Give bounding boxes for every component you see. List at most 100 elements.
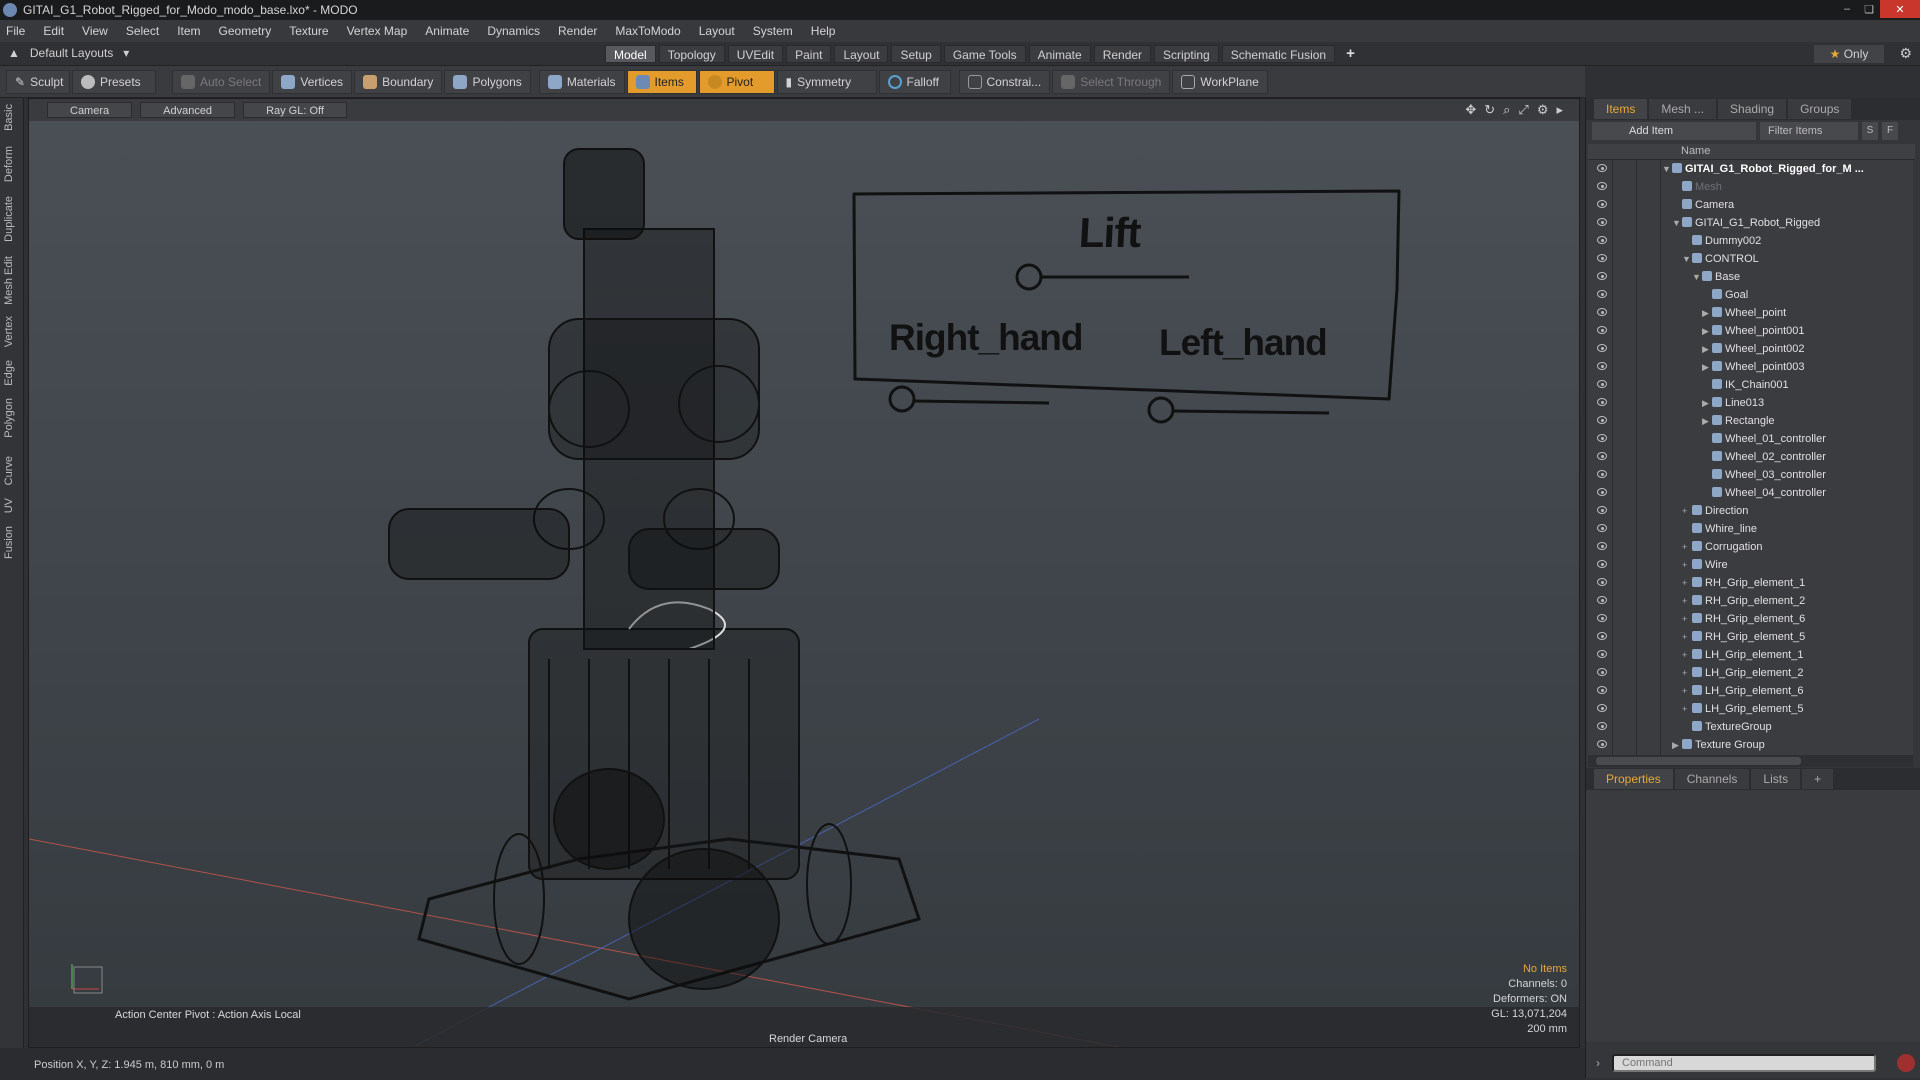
- tree-row[interactable]: Wheel_03_controller: [1588, 466, 1913, 484]
- tab-mesh[interactable]: Mesh ...: [1649, 99, 1717, 119]
- tree-row[interactable]: + Corrugation: [1588, 538, 1913, 556]
- expand-toggle-icon[interactable]: ▶: [1672, 736, 1679, 754]
- menu-view[interactable]: View: [82, 24, 108, 38]
- visibility-eye-icon[interactable]: [1597, 308, 1607, 316]
- visibility-eye-icon[interactable]: [1597, 380, 1607, 388]
- visibility-eye-icon[interactable]: [1597, 362, 1607, 370]
- tree-row[interactable]: ▶ Wheel_point003: [1588, 358, 1913, 376]
- tree-row[interactable]: ▼ GITAI_G1_Robot_Rigged_for_M ...: [1588, 160, 1913, 178]
- tree-row[interactable]: + RH_Grip_element_2: [1588, 592, 1913, 610]
- auto-select-button[interactable]: Auto Select: [172, 69, 271, 94]
- tree-row[interactable]: + LH_Grip_element_6: [1588, 682, 1913, 700]
- menu-animate[interactable]: Animate: [425, 24, 469, 38]
- tree-row[interactable]: + RH_Grip_element_1: [1588, 574, 1913, 592]
- expand-toggle-icon[interactable]: ▶: [1702, 412, 1709, 430]
- tree-row[interactable]: ▶ Wheel_point: [1588, 304, 1913, 322]
- tab-groups[interactable]: Groups: [1788, 99, 1852, 119]
- visibility-eye-icon[interactable]: [1597, 524, 1607, 532]
- tree-row[interactable]: + RH_Grip_element_6: [1588, 610, 1913, 628]
- menu-dynamics[interactable]: Dynamics: [487, 24, 540, 38]
- tab-game-tools[interactable]: Game Tools: [943, 45, 1026, 63]
- menu-layout[interactable]: Layout: [699, 24, 735, 38]
- visibility-eye-icon[interactable]: [1597, 434, 1607, 442]
- name-column-header[interactable]: Name: [1681, 145, 1710, 157]
- side-tab-deform[interactable]: Deform: [3, 146, 21, 182]
- visibility-eye-icon[interactable]: [1597, 200, 1607, 208]
- menu-system[interactable]: System: [753, 24, 793, 38]
- filter-items-input[interactable]: Filter Items: [1760, 122, 1858, 140]
- item-tree[interactable]: ▼ GITAI_G1_Robot_Rigged_for_M ... Mesh Came…: [1588, 160, 1913, 755]
- tree-row[interactable]: ▶ Wheel_point001: [1588, 322, 1913, 340]
- visibility-eye-icon[interactable]: [1597, 722, 1607, 730]
- minimize-button[interactable]: –: [1836, 0, 1858, 18]
- tree-row[interactable]: ▼ CONTROL: [1588, 250, 1913, 268]
- side-tab-polygon[interactable]: Polygon: [3, 398, 21, 438]
- add-tab-button[interactable]: +: [1346, 45, 1355, 63]
- materials-button[interactable]: Materials: [538, 69, 625, 94]
- visibility-eye-icon[interactable]: [1597, 578, 1607, 586]
- expand-toggle-icon[interactable]: +: [1682, 628, 1687, 646]
- gear-icon[interactable]: ⚙: [1899, 45, 1912, 62]
- tree-row[interactable]: + LH_Grip_element_2: [1588, 664, 1913, 682]
- tree-row[interactable]: Mesh: [1588, 178, 1913, 196]
- visibility-eye-icon[interactable]: [1597, 344, 1607, 352]
- side-tab-mesh-edit[interactable]: Mesh Edit: [3, 256, 21, 305]
- visibility-eye-icon[interactable]: [1597, 488, 1607, 496]
- scrollbar-thumb[interactable]: [1596, 757, 1801, 765]
- expand-toggle-icon[interactable]: ▼: [1692, 268, 1701, 286]
- visibility-eye-icon[interactable]: [1597, 506, 1607, 514]
- control-label-lift[interactable]: Lift: [1078, 209, 1142, 257]
- expand-toggle-icon[interactable]: +: [1682, 610, 1687, 628]
- menu-help[interactable]: Help: [811, 24, 836, 38]
- side-tab-curve[interactable]: Curve: [3, 456, 21, 485]
- visibility-eye-icon[interactable]: [1597, 452, 1607, 460]
- only-button[interactable]: ★ Only: [1814, 45, 1884, 63]
- tree-row[interactable]: TextureGroup: [1588, 718, 1913, 736]
- visibility-eye-icon[interactable]: [1597, 272, 1607, 280]
- command-input[interactable]: [1612, 1054, 1876, 1072]
- visibility-eye-icon[interactable]: [1597, 560, 1607, 568]
- expand-toggle-icon[interactable]: +: [1682, 646, 1687, 664]
- record-icon[interactable]: [1897, 1054, 1915, 1072]
- menu-vertex-map[interactable]: Vertex Map: [347, 24, 408, 38]
- items-button[interactable]: Items: [626, 69, 697, 94]
- tree-row[interactable]: IK_Chain001: [1588, 376, 1913, 394]
- tree-scrollbar[interactable]: [1588, 755, 1913, 767]
- visibility-eye-icon[interactable]: [1597, 182, 1607, 190]
- expand-toggle-icon[interactable]: +: [1682, 700, 1687, 718]
- visibility-eye-icon[interactable]: [1597, 542, 1607, 550]
- tab-animate[interactable]: Animate: [1028, 45, 1091, 63]
- visibility-eye-icon[interactable]: [1597, 470, 1607, 478]
- add-item-button[interactable]: Add Item: [1592, 122, 1756, 140]
- tab-schematic-fusion[interactable]: Schematic Fusion: [1221, 45, 1336, 63]
- tab-render[interactable]: Render: [1093, 45, 1152, 63]
- f-button[interactable]: F: [1882, 122, 1898, 140]
- falloff-button[interactable]: Falloff: [878, 69, 951, 94]
- visibility-eye-icon[interactable]: [1597, 416, 1607, 424]
- polygons-button[interactable]: Polygons: [444, 69, 531, 94]
- tree-row[interactable]: Goal: [1588, 286, 1913, 304]
- menu-texture[interactable]: Texture: [289, 24, 328, 38]
- constraints-button[interactable]: Constrai...: [958, 69, 1051, 94]
- tab-shading[interactable]: Shading: [1718, 99, 1787, 119]
- visibility-eye-icon[interactable]: [1597, 650, 1607, 658]
- pivot-button[interactable]: Pivot: [698, 69, 775, 94]
- tree-row[interactable]: + Wire: [1588, 556, 1913, 574]
- s-button[interactable]: S: [1862, 122, 1878, 140]
- visibility-eye-icon[interactable]: [1597, 218, 1607, 226]
- tab-layout[interactable]: Layout: [834, 45, 889, 63]
- side-tab-duplicate[interactable]: Duplicate: [3, 196, 21, 242]
- expand-toggle-icon[interactable]: +: [1682, 664, 1687, 682]
- menu-select[interactable]: Select: [126, 24, 159, 38]
- tree-row[interactable]: ▶ Line013: [1588, 394, 1913, 412]
- expand-toggle-icon[interactable]: +: [1682, 502, 1687, 520]
- expand-toggle-icon[interactable]: +: [1682, 556, 1687, 574]
- visibility-eye-icon[interactable]: [1597, 614, 1607, 622]
- expand-toggle-icon[interactable]: ▶: [1702, 322, 1709, 340]
- menu-render[interactable]: Render: [558, 24, 597, 38]
- tree-row[interactable]: ▶ Wheel_point002: [1588, 340, 1913, 358]
- default-layouts-dropdown[interactable]: ▲ Default Layouts ▾: [8, 46, 129, 60]
- tree-row[interactable]: + RH_Grip_element_5: [1588, 628, 1913, 646]
- expand-toggle-icon[interactable]: +: [1682, 538, 1687, 556]
- side-tab-fusion[interactable]: Fusion: [3, 526, 21, 559]
